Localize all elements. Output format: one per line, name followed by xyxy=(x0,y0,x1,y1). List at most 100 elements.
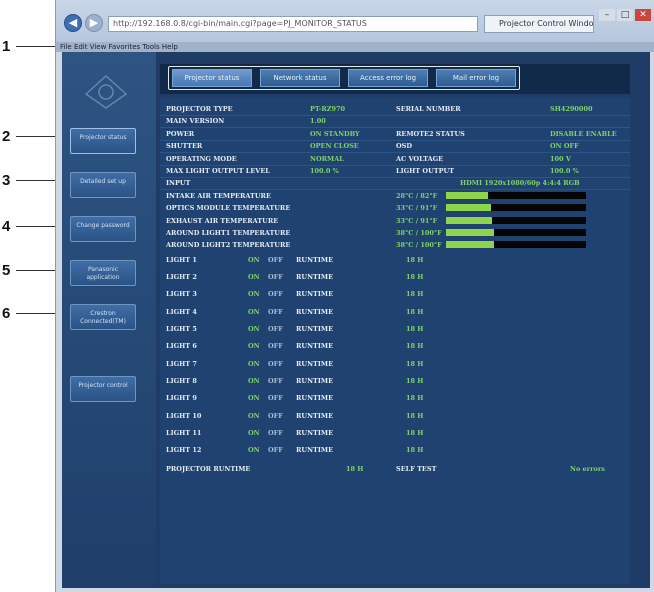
light-off: OFF xyxy=(268,342,283,351)
light-runtime-value: 18 H xyxy=(406,376,424,385)
forward-icon[interactable]: ▶ xyxy=(85,14,103,32)
browser-window: ◀ ▶ http://192.168.0.8/cgi-bin/main.cgi?… xyxy=(55,0,654,592)
window-controls: – □ ✕ xyxy=(597,2,651,21)
light-on: ON xyxy=(248,290,260,299)
minimize-icon[interactable]: – xyxy=(599,9,615,21)
light-runtime-label: RUNTIME xyxy=(296,307,334,316)
light-runtime-label: RUNTIME xyxy=(296,376,334,385)
back-icon[interactable]: ◀ xyxy=(64,14,82,32)
browser-toolbar: ◀ ▶ http://192.168.0.8/cgi-bin/main.cgi?… xyxy=(56,0,654,42)
callout-line xyxy=(16,313,60,314)
light-runtime-label: RUNTIME xyxy=(296,411,334,420)
maximize-icon[interactable]: □ xyxy=(617,9,633,21)
runtime-value: 18 H xyxy=(346,465,364,474)
light-off: OFF xyxy=(268,376,283,385)
sidebar-button-detailed-setup[interactable]: Detailed set up xyxy=(70,172,136,198)
light-on: ON xyxy=(248,273,260,282)
callout-6: 6 xyxy=(0,305,60,322)
light-label: LIGHT 11 xyxy=(166,428,202,437)
status-label-right: REMOTE2 STATUS xyxy=(396,129,465,138)
light-runtime-value: 18 H xyxy=(406,411,424,420)
temperature-row: EXHAUST AIR TEMPERATURE 33°C / 91°F xyxy=(160,216,630,226)
light-row: LIGHT 1 ON OFF RUNTIME 18 H xyxy=(160,255,630,265)
light-off: OFF xyxy=(268,411,283,420)
status-label: PROJECTOR TYPE xyxy=(166,105,233,113)
light-on: ON xyxy=(248,376,260,385)
light-runtime-label: RUNTIME xyxy=(296,255,334,264)
address-bar[interactable]: http://192.168.0.8/cgi-bin/main.cgi?page… xyxy=(108,16,478,32)
light-row: LIGHT 11 ON OFF RUNTIME 18 H xyxy=(160,428,630,438)
status-value-right: 100.0 % xyxy=(550,167,579,175)
temperature-label: AROUND LIGHT1 TEMPERATURE xyxy=(166,229,291,237)
status-row: MAIN VERSION 1.00 xyxy=(160,116,630,126)
temperature-label: AROUND LIGHT2 TEMPERATURE xyxy=(166,241,291,250)
temperature-row: AROUND LIGHT2 TEMPERATURE 38°C / 100°F xyxy=(160,240,630,250)
callout-3: 3 xyxy=(0,172,60,189)
light-on: ON xyxy=(248,411,260,420)
callout-line xyxy=(16,180,60,181)
sidebar-button-projector-status[interactable]: Projector status xyxy=(70,128,136,154)
light-runtime-value: 18 H xyxy=(406,342,424,351)
callout-5: 5 xyxy=(0,262,60,279)
light-on: ON xyxy=(248,394,260,403)
callout-number: 4 xyxy=(2,218,11,235)
status-label-right: OSD xyxy=(396,142,412,151)
tab-bar: Projector status Network status Access e… xyxy=(160,64,630,94)
browser-tab[interactable]: Projector Control Window xyxy=(484,15,594,33)
temperature-label: OPTICS MODULE TEMPERATURE xyxy=(166,204,291,213)
sidebar-button-crestron-connected[interactable]: Crestron Connected(TM) xyxy=(70,304,136,330)
status-value-right: SH4290000 xyxy=(550,105,593,113)
callout-line xyxy=(16,270,60,271)
light-row: LIGHT 10 ON OFF RUNTIME 18 H xyxy=(160,411,630,421)
callout-number: 2 xyxy=(2,128,11,145)
light-runtime-label: RUNTIME xyxy=(296,290,334,299)
light-runtime-value: 18 H xyxy=(406,428,424,437)
light-runtime-label: RUNTIME xyxy=(296,359,334,368)
callout-number: 3 xyxy=(2,172,11,189)
callout-line xyxy=(16,226,60,227)
main-panel: Projector status Network status Access e… xyxy=(160,64,630,584)
light-on: ON xyxy=(248,325,260,333)
status-value: 100.0 % xyxy=(310,167,339,175)
temperature-bar xyxy=(446,229,586,236)
temperature-value: 38°C / 100°F xyxy=(396,241,442,250)
light-row: LIGHT 4 ON OFF RUNTIME 18 H xyxy=(160,307,630,317)
light-runtime-value: 18 H xyxy=(406,325,424,333)
status-value-right: ON OFF xyxy=(550,142,579,151)
sidebar-button-projector-control[interactable]: Projector control xyxy=(70,376,136,402)
callout-4: 4 xyxy=(0,218,60,235)
menu-bar[interactable]: File Edit View Favorites Tools Help xyxy=(56,42,654,52)
light-label: LIGHT 10 xyxy=(166,411,202,420)
temperature-bar-fill xyxy=(446,204,491,212)
status-value: PT-RZ970 xyxy=(310,105,346,113)
light-runtime-value: 18 H xyxy=(406,359,424,368)
status-row: POWER ON STANDBY REMOTE2 STATUS DISABLE ENA… xyxy=(160,129,630,139)
callout-number: 1 xyxy=(2,38,11,55)
status-value-right: DISABLE ENABLE xyxy=(550,129,617,138)
projector-logo-icon xyxy=(84,74,128,109)
temperature-bar-fill xyxy=(446,229,494,236)
light-on: ON xyxy=(248,359,260,368)
light-runtime-value: 18 H xyxy=(406,446,424,455)
close-icon[interactable]: ✕ xyxy=(635,9,651,21)
tab-highlight-frame xyxy=(168,66,520,90)
light-runtime-label: RUNTIME xyxy=(296,342,334,351)
self-test-label: SELF TEST xyxy=(396,465,437,474)
temperature-row: OPTICS MODULE TEMPERATURE 33°C / 91°F xyxy=(160,203,630,213)
light-off: OFF xyxy=(268,255,283,264)
light-runtime-label: RUNTIME xyxy=(296,325,334,333)
temperature-bar xyxy=(446,216,586,224)
status-label-right: AC VOLTAGE xyxy=(396,154,444,163)
sidebar-button-change-password[interactable]: Change password xyxy=(70,216,136,242)
status-value-right: HDMI 1920x1080/60p 4:4:4 RGB xyxy=(460,179,580,188)
temperature-row: INTAKE AIR TEMPERATURE 28°C / 82°F xyxy=(160,191,630,201)
light-runtime-value: 18 H xyxy=(406,290,424,299)
status-label: OPERATING MODE xyxy=(166,154,237,163)
light-off: OFF xyxy=(268,428,283,437)
light-label: LIGHT 6 xyxy=(166,342,197,351)
light-runtime-value: 18 H xyxy=(406,255,424,264)
light-label: LIGHT 1 xyxy=(166,255,197,264)
sidebar-button-panasonic-application[interactable]: Panasonic application xyxy=(70,260,136,286)
status-value: ON STANDBY xyxy=(310,129,360,138)
light-label: LIGHT 3 xyxy=(166,290,197,299)
